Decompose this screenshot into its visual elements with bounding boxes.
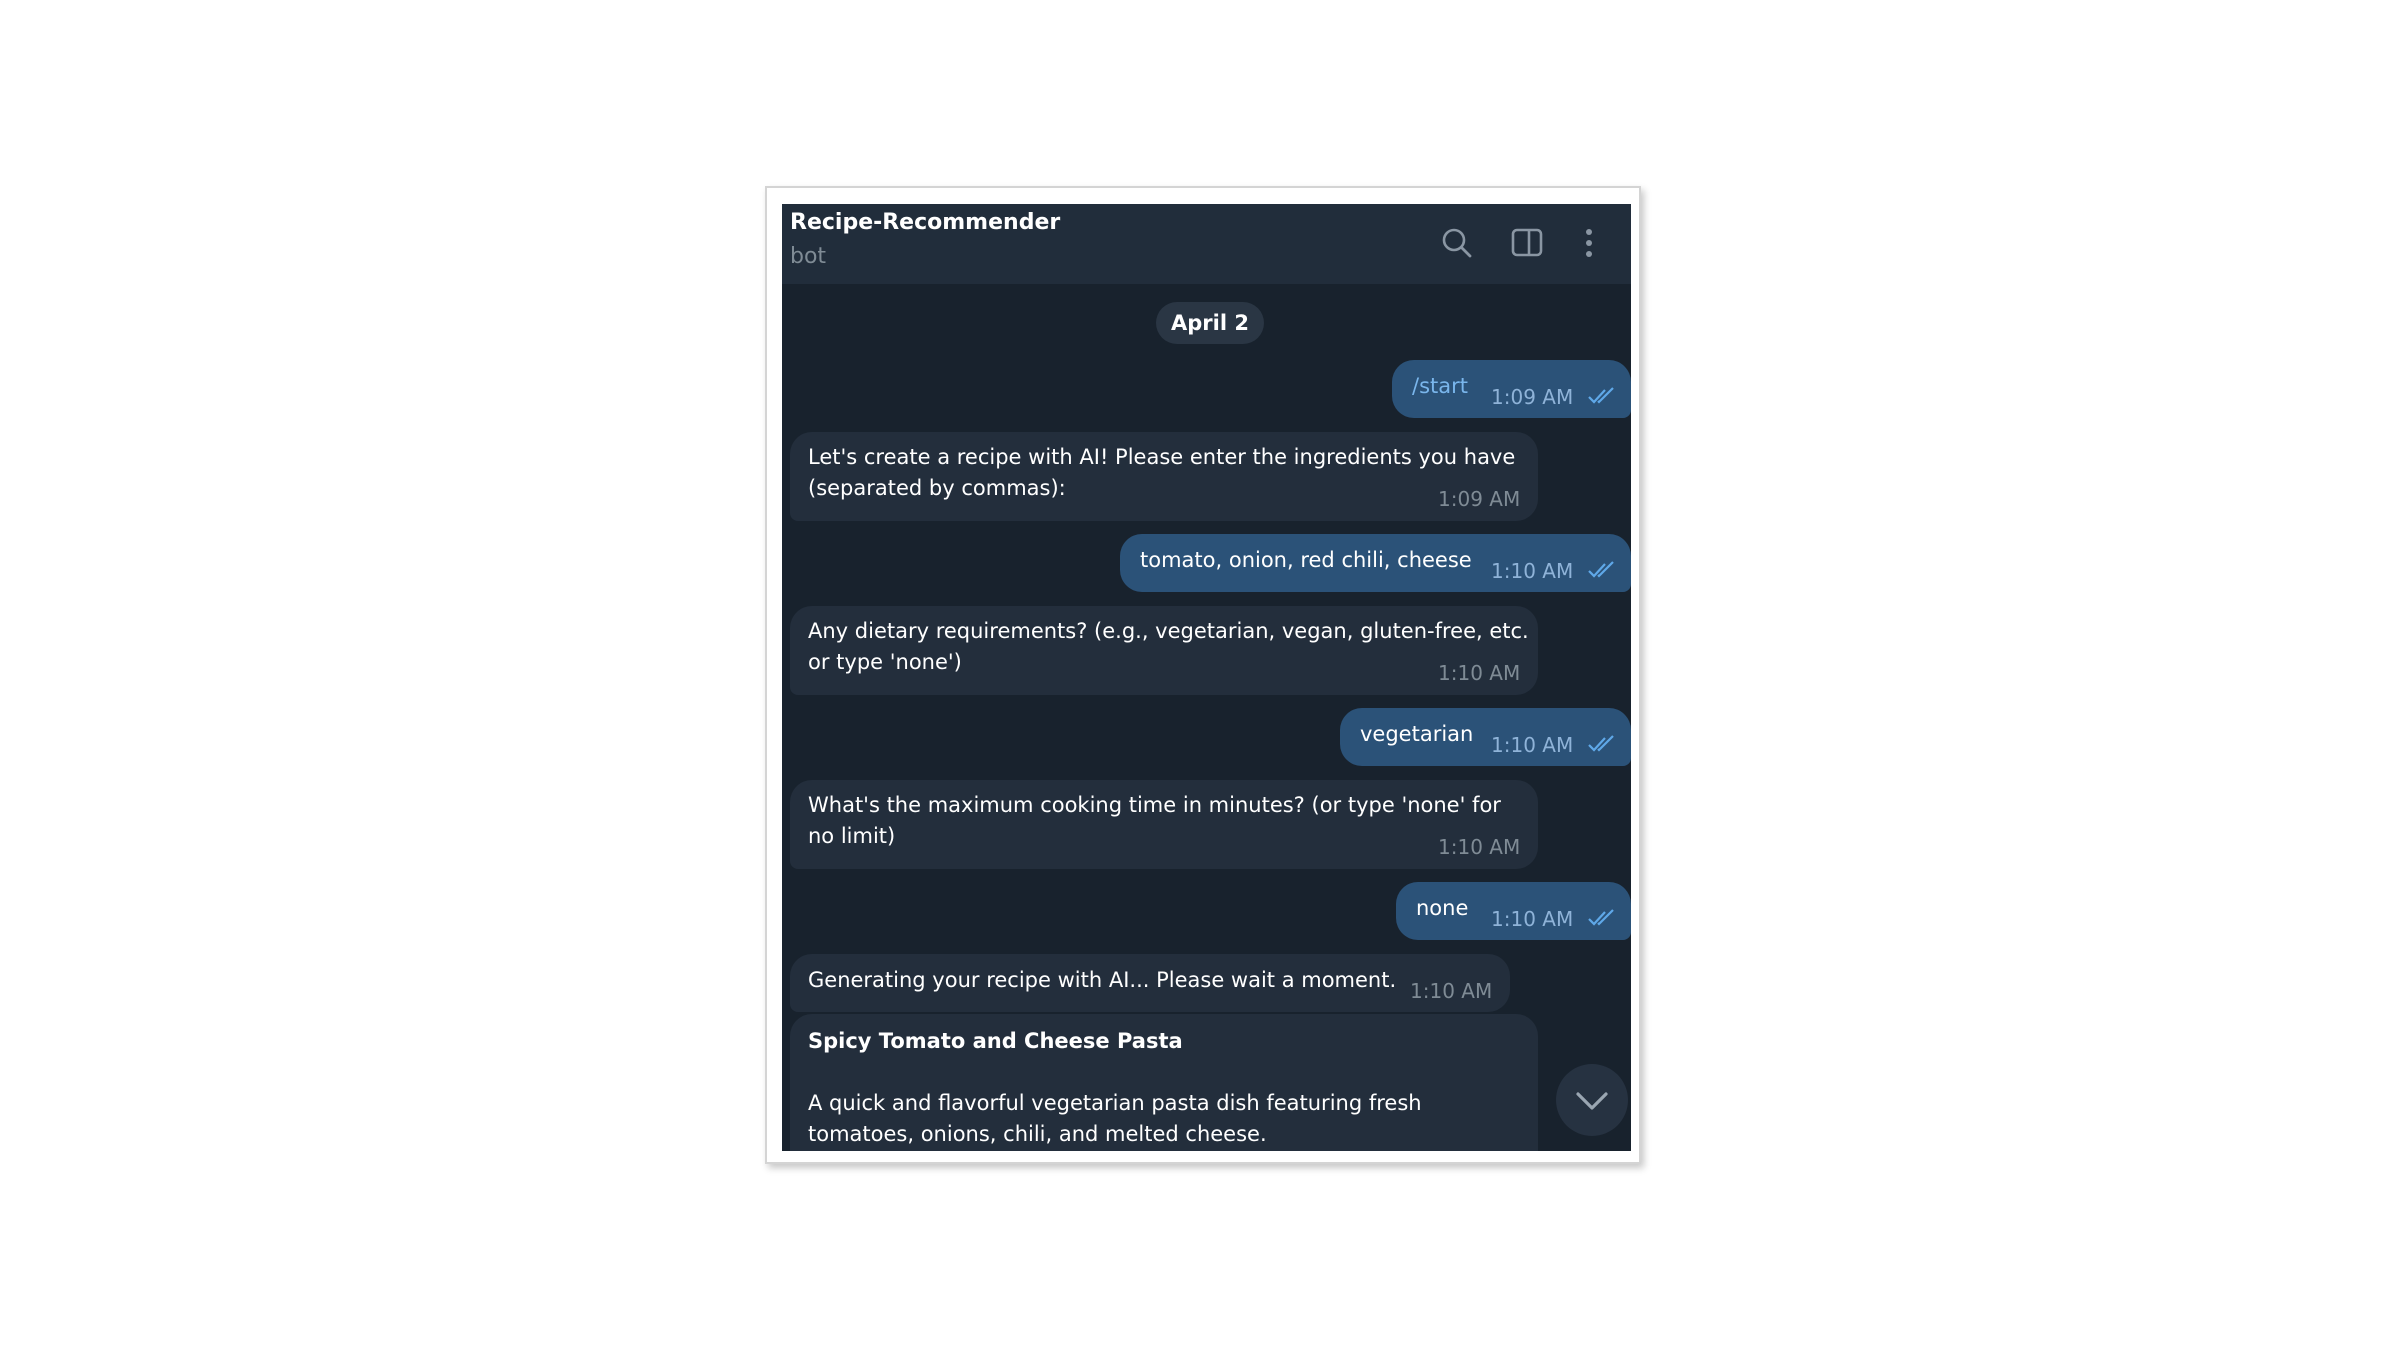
chevron-down-icon — [1576, 1092, 1608, 1110]
message-text: vegetarian — [1360, 722, 1474, 746]
read-ticks-icon — [1588, 735, 1614, 752]
message-time: 1:10 AM — [1410, 979, 1493, 1003]
chat-subtitle: bot — [790, 244, 827, 269]
message-text: Let's create a recipe with AI! Please en… — [808, 445, 1516, 500]
more-vertical-icon[interactable] — [1572, 224, 1602, 262]
sidebar-toggle-icon[interactable] — [1508, 224, 1546, 262]
scroll-to-bottom-button[interactable] — [1556, 1064, 1628, 1136]
message-text[interactable]: /start — [1412, 371, 1468, 402]
chat-header: Recipe-Recommender bot — [782, 204, 1631, 284]
incoming-message[interactable]: Let's create a recipe with AI! Please en… — [790, 432, 1538, 521]
date-separator: April 2 — [1156, 302, 1264, 344]
recipe-description: A quick and flavorful vegetarian pasta d… — [808, 1091, 1422, 1146]
message-time: 1:10 AM — [1491, 733, 1574, 757]
message-text: Any dietary requirements? (e.g., vegetar… — [808, 619, 1529, 674]
chat-title[interactable]: Recipe-Recommender — [790, 210, 1060, 235]
message-time: 1:10 AM — [1438, 661, 1521, 685]
message-text: tomato, onion, red chili, cheese — [1140, 548, 1472, 572]
outgoing-message[interactable]: /start 1:09 AM — [1392, 360, 1631, 418]
incoming-message[interactable]: Generating your recipe with AI... Please… — [790, 954, 1510, 1012]
message-time: 1:09 AM — [1438, 487, 1521, 511]
message-time: 1:09 AM — [1491, 385, 1574, 409]
read-ticks-icon — [1588, 561, 1614, 578]
message-time: 1:10 AM — [1491, 559, 1574, 583]
message-text: none — [1416, 896, 1469, 920]
message-text: Generating your recipe with AI... Please… — [808, 968, 1397, 992]
incoming-recipe-message[interactable]: Spicy Tomato and Cheese Pasta A quick an… — [790, 1014, 1538, 1151]
outgoing-message[interactable]: tomato, onion, red chili, cheese 1:10 AM — [1120, 534, 1631, 592]
search-icon[interactable] — [1438, 224, 1476, 262]
outgoing-message[interactable]: vegetarian 1:10 AM — [1340, 708, 1631, 766]
read-ticks-icon — [1588, 909, 1614, 926]
incoming-message[interactable]: What's the maximum cooking time in minut… — [790, 780, 1538, 869]
message-time: 1:10 AM — [1491, 907, 1574, 931]
chat-window: Recipe-Recommender bot April 2 /start 1:… — [782, 204, 1631, 1151]
incoming-message[interactable]: Any dietary requirements? (e.g., vegetar… — [790, 606, 1538, 695]
recipe-title: Spicy Tomato and Cheese Pasta — [808, 1029, 1183, 1053]
message-time: 1:10 AM — [1438, 835, 1521, 859]
read-ticks-icon — [1588, 387, 1614, 404]
message-text: What's the maximum cooking time in minut… — [808, 793, 1501, 848]
outgoing-message[interactable]: none 1:10 AM — [1396, 882, 1631, 940]
